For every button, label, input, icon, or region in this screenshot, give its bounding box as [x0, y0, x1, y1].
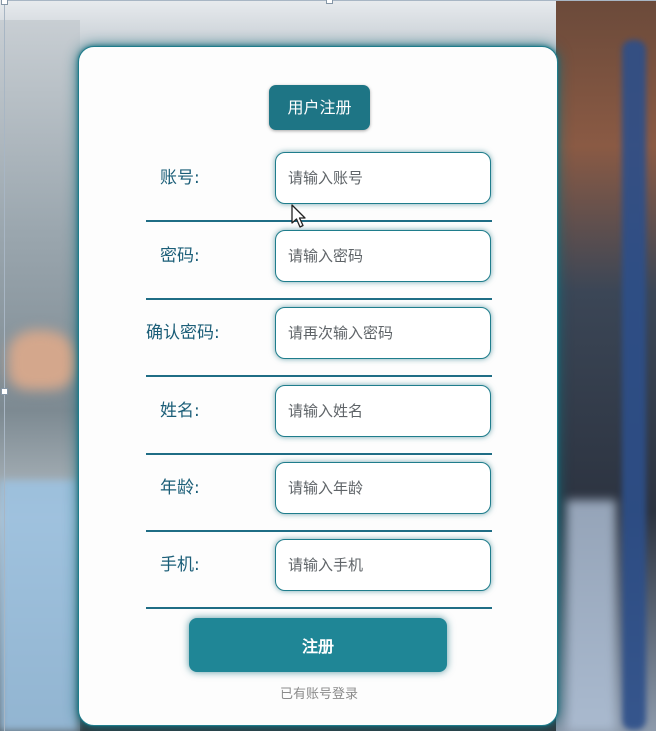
form-title: 用户注册: [269, 85, 370, 130]
password-input[interactable]: [275, 230, 491, 282]
age-input[interactable]: [275, 462, 491, 514]
row-divider: [146, 607, 492, 609]
phone-label: 手机:: [160, 555, 200, 575]
register-button[interactable]: 注册: [189, 618, 447, 672]
confirm-password-label: 确认密码:: [146, 323, 220, 343]
account-input[interactable]: [275, 152, 491, 204]
form-row-confirm-password: 确认密码:: [146, 299, 492, 377]
form-row-phone: 手机:: [146, 531, 492, 609]
name-input[interactable]: [275, 385, 491, 437]
password-label: 密码:: [160, 246, 200, 266]
form-row-password: 密码:: [146, 222, 492, 300]
form-row-age: 年龄:: [146, 454, 492, 532]
register-card: 用户注册 账号: 密码: 确认密码: 姓名: 年龄: 手机: 注册 已有账号登录: [78, 46, 558, 726]
selection-frame-left: [4, 0, 5, 731]
resize-handle-top[interactable]: [326, 0, 333, 4]
confirm-password-input[interactable]: [275, 307, 491, 359]
login-link[interactable]: 已有账号登录: [79, 683, 559, 702]
mouse-cursor-icon: [291, 204, 306, 228]
name-label: 姓名:: [160, 401, 200, 421]
phone-input[interactable]: [275, 539, 491, 591]
form-row-name: 姓名:: [146, 377, 492, 455]
age-label: 年龄:: [160, 478, 200, 498]
form-row-account: 账号:: [146, 144, 492, 222]
resize-handle-left[interactable]: [1, 388, 8, 395]
account-label: 账号:: [160, 168, 200, 188]
resize-handle-top-left[interactable]: [1, 0, 8, 5]
